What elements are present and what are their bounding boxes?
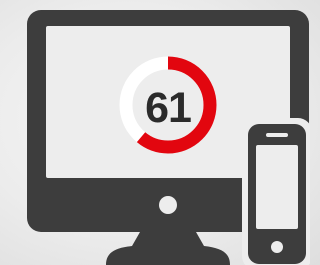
monitor-power-dot — [159, 196, 177, 214]
monitor-stand — [106, 232, 230, 265]
smartphone-icon — [242, 118, 310, 265]
phone-home-button — [271, 241, 283, 253]
score-value: 61 — [145, 84, 192, 132]
phone-speaker — [266, 133, 288, 137]
phone-screen — [256, 145, 298, 229]
